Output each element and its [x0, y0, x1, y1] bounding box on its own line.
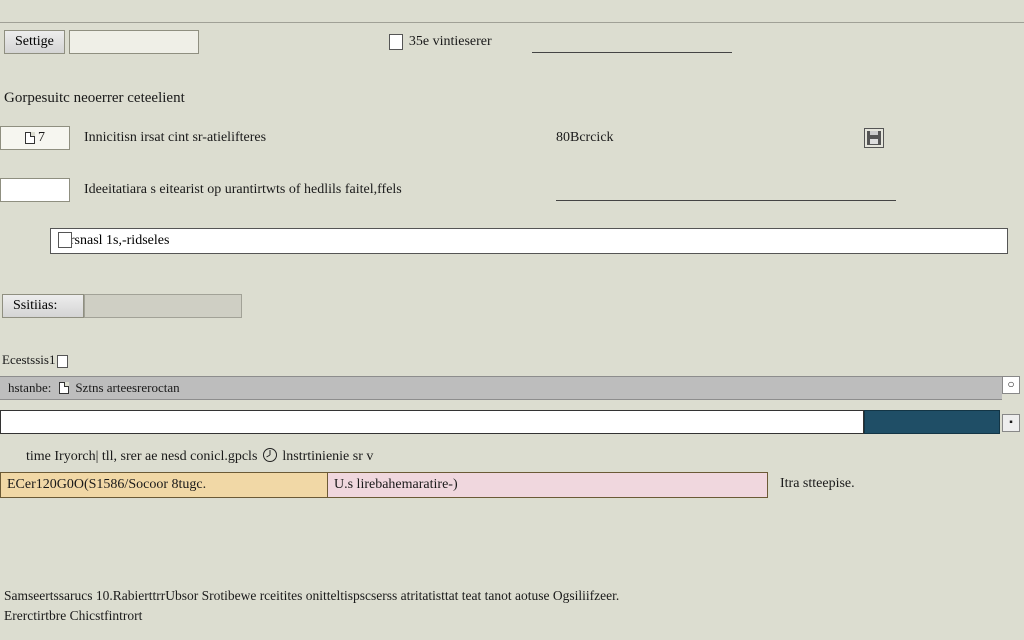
- page-icon: [25, 132, 35, 144]
- row2-underline-field[interactable]: [556, 179, 896, 201]
- footer-line2: Ererctirtbre Chicstfintrort: [4, 606, 619, 626]
- content-bar-navy[interactable]: [864, 410, 1000, 434]
- code-trail: Itra stteepise.: [780, 476, 855, 492]
- close-button[interactable]: ○: [1002, 376, 1020, 394]
- section2-button-ext: [84, 294, 242, 318]
- section2-button[interactable]: Ssitiias:: [2, 294, 84, 318]
- row1-text: Innicitisn irsat cint sr-atielifteres: [84, 130, 266, 146]
- section2-sublabel: Ecestssis1: [2, 352, 74, 368]
- toolbar-underline-field[interactable]: [532, 31, 732, 53]
- row3-input[interactable]: [50, 228, 1008, 254]
- settings-button[interactable]: Settige: [4, 30, 65, 54]
- row3-inline-checkbox[interactable]: [58, 232, 72, 248]
- titlebar-left: hstanbe:: [8, 380, 51, 396]
- bottom-desc: time Iryorch| tll, srer ae nesd conicl.g…: [26, 448, 373, 465]
- toolbar: Settige 35e vintieserer: [4, 28, 1020, 56]
- footer-line1: Samseertssarucs 10.RabierttrrUbsor Sroti…: [4, 586, 619, 606]
- code-row: ECer120G0O(S1586/Socoor 8tugc. U.s lireb…: [0, 472, 768, 498]
- row2-box[interactable]: [0, 178, 70, 202]
- row1-box-value: 7: [38, 130, 45, 146]
- footer-text: Samseertssarucs 10.RabierttrrUbsor Sroti…: [4, 586, 619, 627]
- page-icon: [59, 382, 69, 394]
- checkbox-icon: [389, 34, 403, 50]
- sublabel-box-icon: [57, 355, 68, 368]
- settings-field[interactable]: [69, 30, 199, 54]
- titlebar-text: Sztns arteesreroctan: [75, 380, 179, 396]
- code-right-cell[interactable]: U.s lirebahemaratire-): [328, 472, 768, 498]
- clock-icon: [263, 448, 277, 462]
- row1-right-icon[interactable]: [864, 128, 884, 148]
- row2-text: Ideeitatiara s eitearist op urantirtwts …: [84, 182, 402, 198]
- content-bar-white[interactable]: [0, 410, 864, 434]
- panel-titlebar: hstanbe: Sztns arteesreroctan: [0, 376, 1002, 400]
- row1-right-label: 80Bcrcick: [556, 130, 614, 146]
- row1-box[interactable]: 7: [0, 126, 70, 150]
- scroll-indicator[interactable]: ▪: [1002, 414, 1020, 432]
- view-checkbox[interactable]: 35e vintieserer: [389, 34, 492, 50]
- view-checkbox-label: 35e vintieserer: [409, 34, 492, 50]
- disk-icon: [867, 131, 881, 145]
- code-left-cell[interactable]: ECer120G0O(S1586/Socoor 8tugc.: [0, 472, 328, 498]
- section1-heading: Gorpesuitc neoerrer ceteelient: [4, 90, 185, 107]
- top-divider: [0, 22, 1024, 23]
